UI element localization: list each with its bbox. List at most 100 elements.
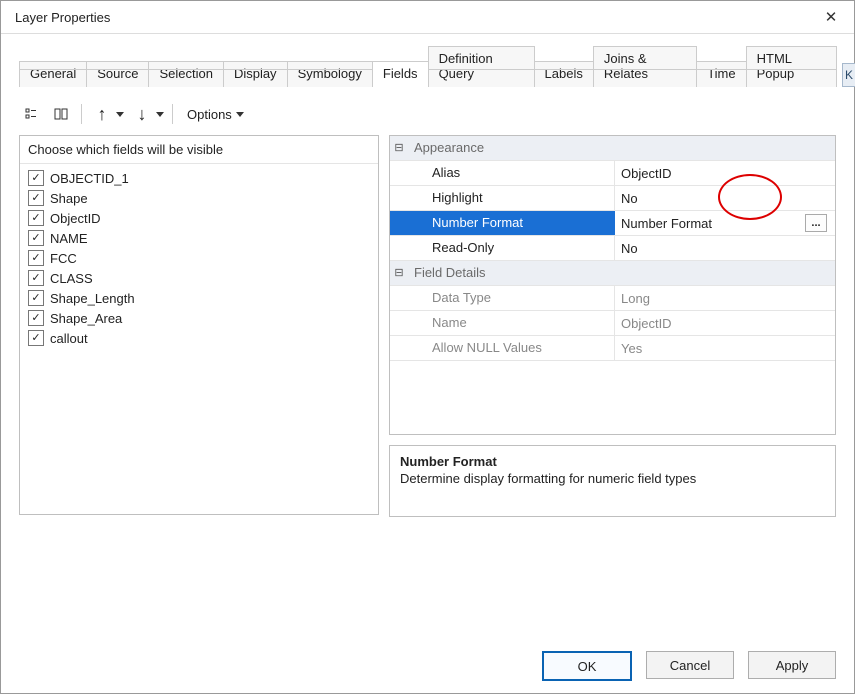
tab-general[interactable]: General — [19, 61, 87, 87]
field-item[interactable]: ✓ CLASS — [26, 268, 372, 288]
propgrid-category-label: Appearance — [408, 136, 835, 160]
fields-visibility-header: Choose which fields will be visible — [20, 136, 378, 164]
behind-dialog-ok-fragment: K — [842, 63, 855, 87]
field-checkbox[interactable]: ✓ — [28, 230, 44, 246]
field-item[interactable]: ✓ Shape_Area — [26, 308, 372, 328]
propgrid-value[interactable]: ObjectID — [615, 161, 835, 185]
move-up-button[interactable]: ↑ — [90, 103, 114, 125]
spacer — [390, 211, 408, 235]
propgrid-key: Name — [408, 311, 615, 335]
right-column: ⊟AppearanceAliasObjectIDHighlightNoNumbe… — [389, 135, 836, 517]
propgrid-key: Read-Only — [408, 236, 615, 260]
field-item[interactable]: ✓callout — [26, 328, 372, 348]
dialog-window: K Layer Properties ✕ GeneralSourceSelect… — [0, 0, 855, 694]
field-label: Shape_Area — [50, 311, 122, 326]
propgrid-value[interactable]: No — [615, 186, 835, 210]
tab-html-popup[interactable]: HTML Popup — [746, 46, 837, 87]
propgrid-value[interactable]: No — [615, 236, 835, 260]
view-list-icon[interactable] — [19, 103, 43, 125]
propgrid-value: Yes — [615, 336, 835, 360]
propgrid-row-read-only[interactable]: Read-Only No — [390, 236, 835, 261]
field-label: ObjectID — [50, 211, 101, 226]
propgrid-value-text: Long — [621, 291, 650, 306]
ok-label: OK — [578, 659, 597, 674]
tab-display[interactable]: Display — [223, 61, 288, 87]
propgrid-row-allow-null-values[interactable]: Allow NULL Values Yes — [390, 336, 835, 361]
tab-strip: GeneralSourceSelectionDisplaySymbologyFi… — [1, 34, 854, 87]
options-menu[interactable]: Options — [181, 105, 250, 124]
ellipsis-button[interactable]: ... — [805, 214, 827, 232]
propgrid-value-text: No — [621, 241, 638, 256]
spacer — [390, 186, 408, 210]
propgrid-value[interactable]: Number Format... — [615, 211, 835, 235]
field-item[interactable]: ✓ OBJECTID_1 — [26, 168, 372, 188]
propgrid-value-text: ObjectID — [621, 166, 672, 181]
tab-joins-relates[interactable]: Joins & Relates — [593, 46, 697, 87]
field-checkbox[interactable]: ✓ — [28, 290, 44, 306]
propgrid-row-data-type[interactable]: Data Type Long — [390, 286, 835, 311]
field-checkbox[interactable]: ✓ — [28, 170, 44, 186]
propgrid-category-label: Field Details — [408, 261, 835, 285]
view-columns-icon[interactable] — [49, 103, 73, 125]
tab-symbology[interactable]: Symbology — [287, 61, 373, 87]
field-item[interactable]: ✓ Shape_Length — [26, 288, 372, 308]
property-description-box: Number Format Determine display formatti… — [389, 445, 836, 517]
field-checkbox[interactable]: ✓ — [28, 250, 44, 266]
field-item[interactable]: ✓Shape — [26, 188, 372, 208]
ok-button[interactable]: OK — [542, 651, 632, 681]
field-item[interactable]: ✓FCC — [26, 248, 372, 268]
propgrid-key: Alias — [408, 161, 615, 185]
window-title: Layer Properties — [15, 10, 816, 25]
field-item[interactable]: ✓ ObjectID — [26, 208, 372, 228]
options-caret-icon — [236, 112, 244, 117]
field-checkbox[interactable]: ✓ — [28, 190, 44, 206]
cancel-button[interactable]: Cancel — [646, 651, 734, 679]
propgrid-key: Data Type — [408, 286, 615, 310]
apply-button[interactable]: Apply — [748, 651, 836, 679]
field-label: OBJECTID_1 — [50, 171, 129, 186]
collapse-toggle-icon[interactable]: ⊟ — [390, 261, 408, 285]
propgrid-value-text: No — [621, 191, 638, 206]
propgrid-row-name[interactable]: NameObjectID — [390, 311, 835, 336]
field-checkbox[interactable]: ✓ — [28, 310, 44, 326]
tab-definition-query[interactable]: Definition Query — [428, 46, 535, 87]
propgrid-category-field-details[interactable]: ⊟Field Details — [390, 261, 835, 286]
propgrid-row-alias[interactable]: Alias ObjectID — [390, 161, 835, 186]
field-checkbox[interactable]: ✓ — [28, 270, 44, 286]
tab-time[interactable]: Time — [696, 61, 746, 87]
collapse-toggle-icon[interactable]: ⊟ — [390, 136, 408, 160]
tab-labels[interactable]: Labels — [534, 61, 594, 87]
spacer — [390, 336, 408, 360]
spacer — [390, 161, 408, 185]
propgrid-key: Number Format — [408, 211, 615, 235]
property-grid: ⊟AppearanceAliasObjectIDHighlightNoNumbe… — [389, 135, 836, 435]
propgrid-value-text: Number Format — [621, 216, 712, 231]
move-up-dropdown-icon[interactable] — [116, 112, 124, 117]
tab-fields[interactable]: Fields — [372, 61, 429, 87]
propgrid-category-appearance[interactable]: ⊟Appearance — [390, 136, 835, 161]
propgrid-row-number-format[interactable]: Number FormatNumber Format... — [390, 211, 835, 236]
field-label: Shape_Length — [50, 291, 135, 306]
propgrid-value: ObjectID — [615, 311, 835, 335]
propgrid-row-highlight[interactable]: HighlightNo — [390, 186, 835, 211]
cancel-label: Cancel — [670, 658, 710, 673]
field-checkbox[interactable]: ✓ — [28, 210, 44, 226]
close-button[interactable]: ✕ — [816, 8, 846, 26]
tab-source[interactable]: Source — [86, 61, 149, 87]
propgrid-value: Long — [615, 286, 835, 310]
toolbar-separator-2 — [172, 104, 173, 124]
dialog-buttons: OK Cancel Apply — [542, 651, 836, 681]
fields-toolbar: ↑ ↓ Options — [1, 97, 854, 131]
propgrid-value-text: Yes — [621, 341, 642, 356]
tab-selection[interactable]: Selection — [148, 61, 223, 87]
behind-ok-char: K — [845, 68, 853, 82]
field-checkbox[interactable]: ✓ — [28, 330, 44, 346]
fields-visibility-panel: Choose which fields will be visible ✓ OBJ… — [19, 135, 379, 515]
apply-label: Apply — [776, 658, 809, 673]
field-item[interactable]: ✓NAME — [26, 228, 372, 248]
propgrid-key: Allow NULL Values — [408, 336, 615, 360]
field-label: CLASS — [50, 271, 93, 286]
spacer — [390, 311, 408, 335]
move-down-button[interactable]: ↓ — [130, 103, 154, 125]
move-down-dropdown-icon[interactable] — [156, 112, 164, 117]
